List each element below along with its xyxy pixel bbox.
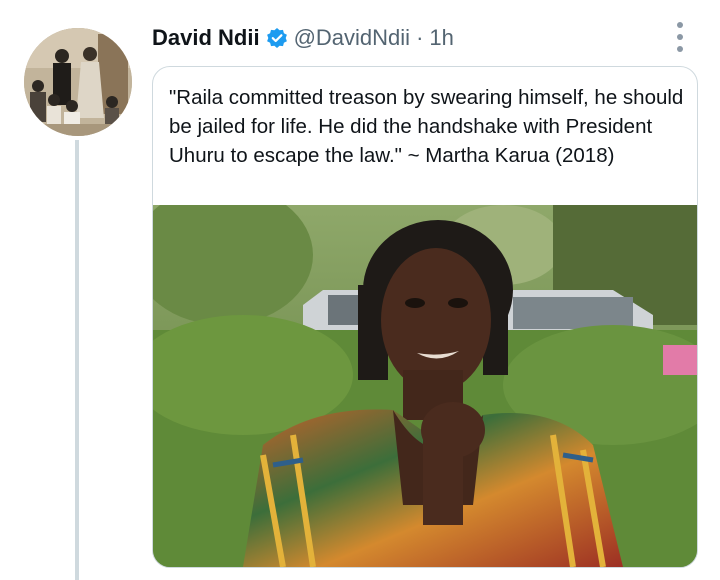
timestamp[interactable]: 1h xyxy=(429,25,453,51)
thread-line xyxy=(75,140,79,580)
separator-dot: · xyxy=(416,25,424,50)
tweet-header: David Ndii @DavidNdii · 1h xyxy=(152,24,454,52)
avatar-photo xyxy=(24,28,132,136)
media-photo xyxy=(153,205,697,567)
author-handle[interactable]: @DavidNdii xyxy=(294,25,410,51)
quote-text: "Raila committed treason by swearing him… xyxy=(169,86,684,167)
avatar[interactable] xyxy=(24,28,132,136)
more-dot xyxy=(677,34,683,40)
verified-badge-icon xyxy=(266,28,287,48)
more-dot xyxy=(677,46,683,52)
media-card[interactable]: "Raila committed treason by swearing him… xyxy=(152,66,698,568)
author-name[interactable]: David Ndii xyxy=(152,25,260,51)
more-dot xyxy=(677,22,683,28)
more-options-icon[interactable] xyxy=(672,22,688,52)
